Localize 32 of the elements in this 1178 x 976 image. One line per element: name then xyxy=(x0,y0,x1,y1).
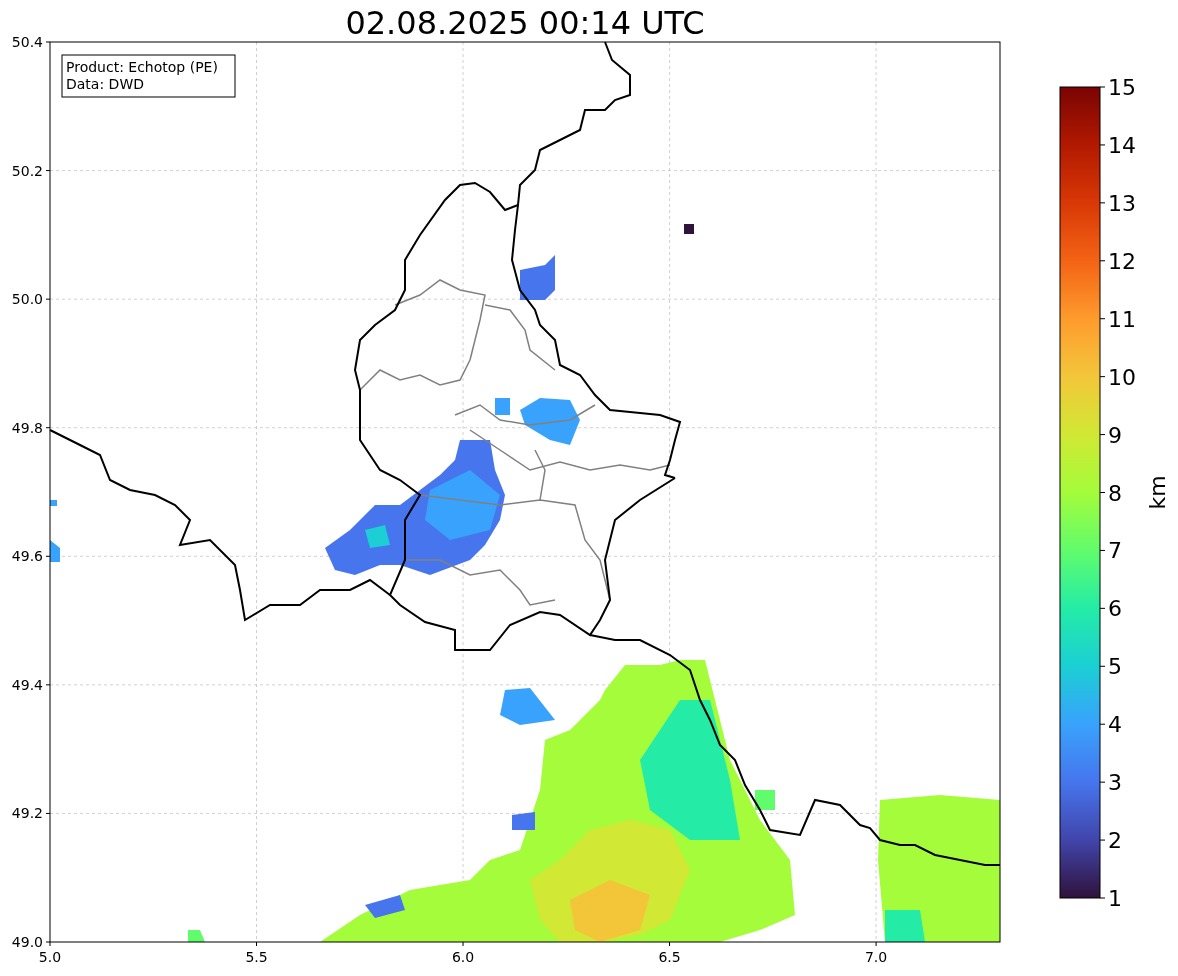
x-tick-label: 6.5 xyxy=(658,949,681,965)
colorbar-tick-label: 8 xyxy=(1108,480,1122,506)
y-tick-label: 49.2 xyxy=(11,805,43,822)
y-tick-label: 50.2 xyxy=(11,162,43,179)
colorbar-label: km xyxy=(1145,475,1170,510)
colorbar-tick-label: 13 xyxy=(1108,190,1136,216)
colorbar-tick-label: 6 xyxy=(1108,596,1122,622)
x-tick-label: 5.0 xyxy=(38,949,62,965)
info-text: Product: Echotop (PE) xyxy=(66,59,218,75)
colorbar-tick-label: 15 xyxy=(1108,75,1136,100)
y-tick-label: 49.8 xyxy=(11,419,43,436)
colorbar-tick-label: 7 xyxy=(1108,538,1122,564)
colorbar-tick-label: 14 xyxy=(1108,132,1136,158)
x-tick-label: 5.5 xyxy=(245,949,268,965)
info-text: Data: DWD xyxy=(66,76,144,92)
x-tick-label: 6.0 xyxy=(451,949,475,965)
y-tick-label: 49.4 xyxy=(11,676,43,693)
y-tick-label: 49.0 xyxy=(11,934,43,950)
colorbar-tick-label: 3 xyxy=(1108,770,1122,796)
colorbar-tick-label: 9 xyxy=(1108,422,1122,448)
plot-title: 02.08.2025 00:14 UTC xyxy=(345,4,705,42)
colorbar-tick-label: 5 xyxy=(1108,654,1122,680)
colorbar-tick-label: 12 xyxy=(1108,248,1136,274)
y-tick-label: 50.0 xyxy=(11,291,43,308)
x-tick-label: 7.0 xyxy=(864,949,888,965)
colorbar-tick-label: 4 xyxy=(1108,712,1122,738)
y-tick-label: 50.4 xyxy=(11,34,43,50)
colorbar-tick-label: 1 xyxy=(1108,886,1122,911)
colorbar-tick-label: 11 xyxy=(1108,306,1136,332)
y-tick-label: 49.6 xyxy=(11,548,43,565)
colorbar-tick-label: 10 xyxy=(1108,364,1136,390)
colorbar-tick-label: 2 xyxy=(1108,828,1122,854)
